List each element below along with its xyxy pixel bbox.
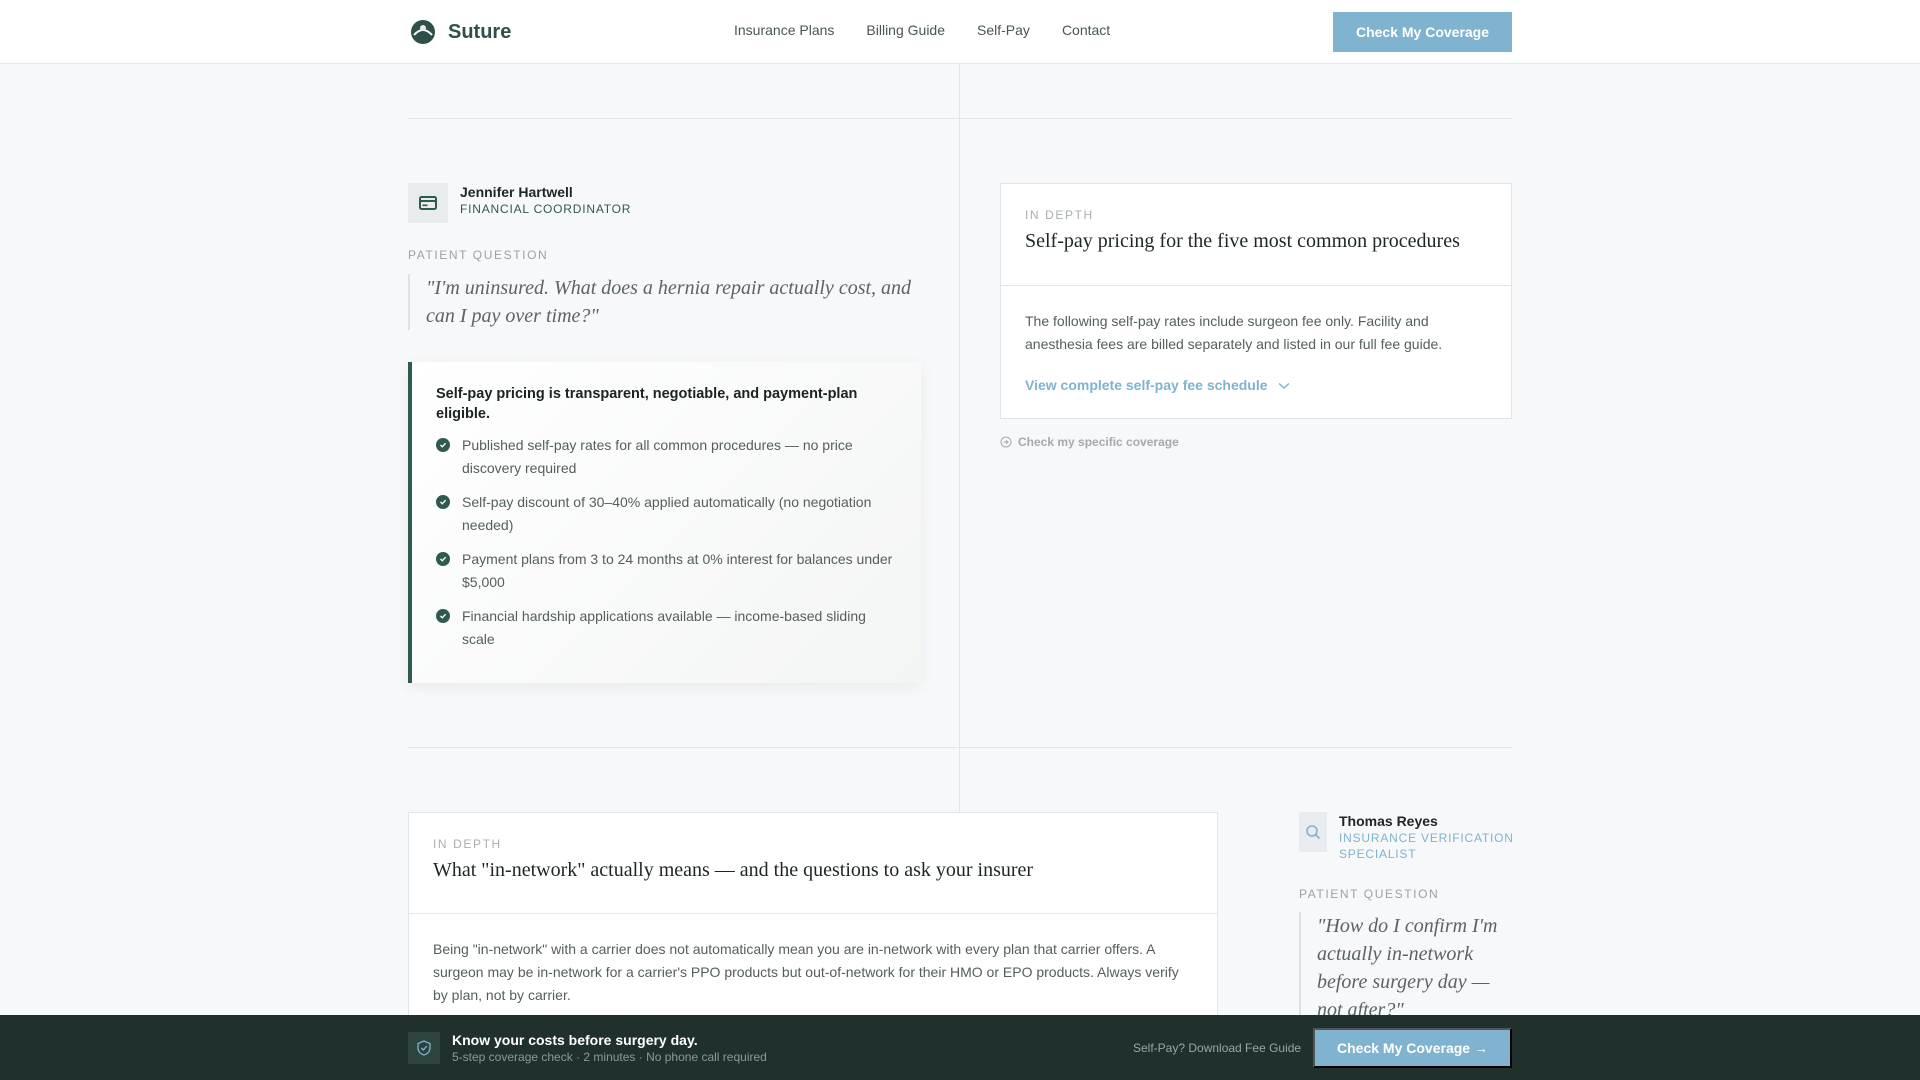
- divider-top: [408, 118, 1512, 119]
- arrow-circle-icon: [1000, 436, 1012, 448]
- card-title: What "in-network" actually means — and t…: [433, 859, 1034, 881]
- nav-self-pay[interactable]: Self-Pay: [977, 22, 1030, 38]
- card-eyebrow: IN DEPTH: [1025, 208, 1094, 222]
- list-item-text: Financial hardship applications availabl…: [462, 608, 866, 647]
- self-pay-callout: Self-pay pricing is transparent, negotia…: [408, 362, 921, 683]
- main-nav: Insurance Plans Billing Guide Self-Pay C…: [734, 22, 1110, 38]
- card-header: IN DEPTH What "in-network" actually mean…: [409, 813, 1217, 914]
- check-circle-icon: [436, 438, 450, 452]
- check-specific-coverage-link[interactable]: Check my specific coverage: [1000, 435, 1179, 449]
- download-fee-guide-link[interactable]: Self-Pay? Download Fee Guide: [1133, 1041, 1301, 1055]
- card-title: Self-pay pricing for the five most commo…: [1025, 230, 1460, 252]
- in-depth-card-self-pay: IN DEPTH Self-pay pricing for the five m…: [1000, 183, 1512, 419]
- suture-logo-icon: [411, 20, 435, 44]
- list-item: Payment plans from 3 to 24 months at 0% …: [436, 548, 897, 594]
- sticky-cta-bar: Know your costs before surgery day. 5-st…: [0, 1015, 1920, 1080]
- callout-list: Published self-pay rates for all common …: [436, 434, 897, 651]
- card-header: IN DEPTH Self-pay pricing for the five m…: [1001, 184, 1511, 286]
- divider-middle: [408, 747, 1512, 748]
- check-circle-icon: [436, 552, 450, 566]
- patient-question: "How do I confirm I'm actually in-networ…: [1299, 912, 1512, 1015]
- check-circle-icon: [436, 609, 450, 623]
- nav-billing-guide[interactable]: Billing Guide: [866, 22, 945, 38]
- brand-logo[interactable]: Suture: [408, 17, 511, 47]
- list-item: Financial hardship applications availabl…: [436, 605, 897, 651]
- patient-question-label: PATIENT QUESTION: [408, 248, 549, 262]
- credit-card-icon: [408, 183, 448, 223]
- in-depth-card-in-network: IN DEPTH What "in-network" actually mean…: [408, 812, 1218, 1022]
- list-item-text: Self-pay discount of 30–40% applied auto…: [462, 494, 872, 533]
- cta-bar-title: Know your costs before surgery day.: [452, 1032, 698, 1048]
- coordinator-role-line2: SPECIALIST: [1339, 847, 1417, 861]
- coordinator-role-line1: INSURANCE VERIFICATION: [1339, 831, 1514, 845]
- list-item: Published self-pay rates for all common …: [436, 434, 897, 480]
- coverage-link-text: Check my specific coverage: [1018, 435, 1179, 449]
- divider-vertical-bottom: [959, 747, 960, 812]
- divider-vertical-top: [959, 64, 960, 747]
- card-eyebrow: IN DEPTH: [433, 837, 502, 851]
- card-body-text: Being "in-network" with a carrier does n…: [433, 941, 1179, 1003]
- fee-schedule-link: View complete self-pay fee schedule: [1025, 377, 1268, 393]
- patient-question-label: PATIENT QUESTION: [1299, 887, 1440, 901]
- list-item: Self-pay discount of 30–40% applied auto…: [436, 491, 897, 537]
- check-coverage-button[interactable]: Check My Coverage: [1333, 12, 1512, 52]
- chevron-down-icon: [1278, 382, 1290, 389]
- coordinator-name: Thomas Reyes: [1339, 813, 1438, 829]
- check-circle-icon: [436, 495, 450, 509]
- patient-question: "I'm uninsured. What does a hernia repai…: [408, 274, 918, 330]
- coordinator-thomas: Thomas Reyes INSURANCE VERIFICATION SPEC…: [1299, 812, 1514, 862]
- fee-schedule-toggle[interactable]: View complete self-pay fee schedule: [1025, 374, 1487, 397]
- nav-insurance-plans[interactable]: Insurance Plans: [734, 22, 834, 38]
- shield-check-icon: [408, 1032, 440, 1064]
- brand-name: Suture: [448, 20, 512, 43]
- coordinator-role: FINANCIAL COORDINATOR: [460, 202, 632, 216]
- check-coverage-bar-button[interactable]: Check My Coverage →: [1313, 1028, 1512, 1068]
- card-body-text: The following self-pay rates include sur…: [1025, 313, 1443, 352]
- coordinator-name: Jennifer Hartwell: [460, 184, 573, 200]
- card-body: Being "in-network" with a carrier does n…: [409, 914, 1217, 1031]
- callout-title: Self-pay pricing is transparent, negotia…: [436, 386, 858, 422]
- coordinator-jennifer: Jennifer Hartwell FINANCIAL COORDINATOR: [408, 183, 631, 223]
- search-icon: [1299, 812, 1327, 852]
- list-item-text: Payment plans from 3 to 24 months at 0% …: [462, 551, 893, 590]
- site-header: Suture Insurance Plans Billing Guide Sel…: [0, 0, 1920, 64]
- card-body: The following self-pay rates include sur…: [1001, 286, 1511, 421]
- nav-contact[interactable]: Contact: [1062, 22, 1110, 38]
- cta-bar-subtitle: 5-step coverage check · 2 minutes · No p…: [452, 1050, 767, 1064]
- list-item-text: Published self-pay rates for all common …: [462, 437, 853, 476]
